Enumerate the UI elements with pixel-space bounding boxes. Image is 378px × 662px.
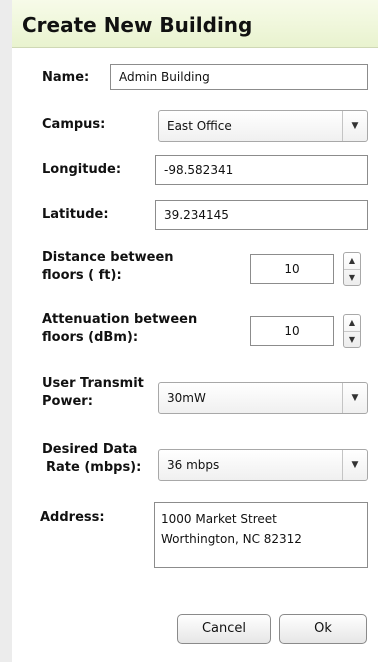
name-label: Name: — [42, 70, 90, 85]
floor-attenuation-input[interactable]: 10 — [250, 316, 334, 346]
transmit-power-select[interactable]: 30mW ▼ — [158, 382, 368, 414]
chevron-down-icon[interactable]: ▼ — [344, 331, 360, 348]
chevron-down-icon[interactable]: ▼ — [344, 269, 360, 286]
dialog-header: Create New Building — [12, 0, 378, 48]
floor-attenuation-label-line2: floors (dBm): — [42, 330, 139, 345]
longitude-input[interactable]: -98.582341 — [155, 155, 368, 185]
name-input[interactable]: Admin Building — [110, 64, 368, 90]
floor-distance-label-line2: floors ( ft): — [42, 268, 122, 283]
transmit-power-select-value: 30mW — [167, 391, 206, 405]
ok-button[interactable]: Ok — [279, 614, 367, 644]
address-textarea[interactable]: 1000 Market Street Worthington, NC 82312 — [154, 502, 368, 568]
floor-distance-label: Distance between floors ( ft): — [42, 249, 174, 285]
campus-select[interactable]: East Office ▼ — [158, 110, 368, 142]
campus-label: Campus: — [42, 117, 106, 132]
floor-distance-label-line1: Distance between — [42, 250, 174, 265]
cancel-button[interactable]: Cancel — [177, 614, 271, 644]
latitude-input[interactable]: 39.234145 — [155, 200, 368, 230]
campus-select-value: East Office — [167, 119, 232, 133]
chevron-down-icon[interactable]: ▼ — [342, 450, 367, 480]
chevron-up-icon[interactable]: ▲ — [344, 315, 360, 331]
floor-distance-input[interactable]: 10 — [250, 254, 334, 284]
chevron-up-icon[interactable]: ▲ — [344, 253, 360, 269]
chevron-down-icon[interactable]: ▼ — [342, 383, 367, 413]
floor-attenuation-label-line1: Attenuation between — [42, 312, 198, 327]
transmit-power-label-line1: User Transmit — [42, 376, 144, 391]
longitude-label: Longitude: — [42, 162, 122, 177]
data-rate-select[interactable]: 36 mbps ▼ — [158, 449, 368, 481]
data-rate-select-value: 36 mbps — [167, 458, 220, 472]
dialog-title: Create New Building — [22, 13, 253, 37]
latitude-label: Latitude: — [42, 207, 109, 222]
floor-attenuation-spinner[interactable]: ▲ ▼ — [343, 314, 361, 348]
data-rate-label-line2: Rate (mbps): — [46, 460, 142, 475]
address-label: Address: — [40, 510, 105, 525]
create-building-dialog: Create New Building Name: Admin Building… — [12, 0, 378, 662]
transmit-power-label-line2: Power: — [42, 394, 93, 409]
floor-attenuation-label: Attenuation between floors (dBm): — [42, 311, 197, 347]
floor-distance-spinner[interactable]: ▲ ▼ — [343, 252, 361, 286]
transmit-power-label: User Transmit Power: — [42, 375, 144, 411]
data-rate-label: Desired Data Rate (mbps): — [42, 441, 141, 477]
data-rate-label-line1: Desired Data — [42, 442, 138, 457]
chevron-down-icon[interactable]: ▼ — [342, 111, 367, 141]
